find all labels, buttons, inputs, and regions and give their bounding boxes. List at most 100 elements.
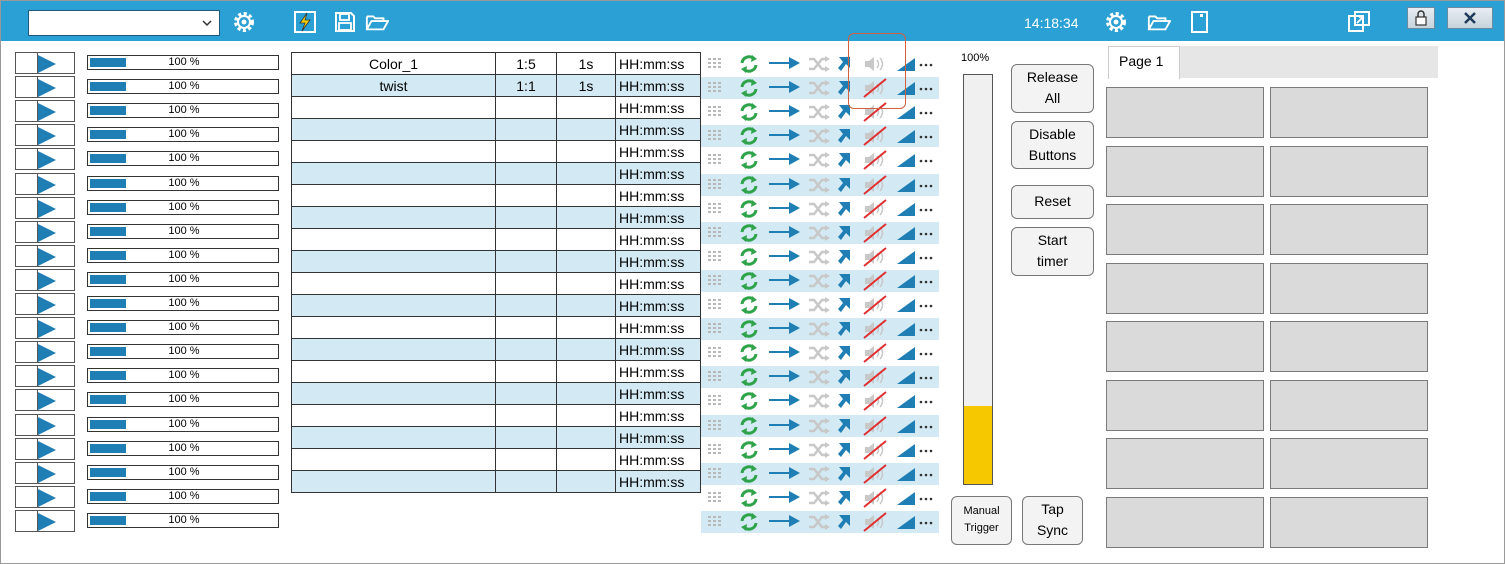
more-icon[interactable]: [918, 270, 934, 292]
grid-icon[interactable]: [704, 270, 726, 292]
play-button[interactable]: [15, 389, 75, 411]
cuelist-fade-cell[interactable]: [556, 404, 616, 427]
page-button[interactable]: [1106, 497, 1264, 548]
cuelist-time-cell[interactable]: HH:mm:ss: [615, 272, 701, 295]
fade-ramp-icon[interactable]: [895, 511, 917, 533]
cuelist-fade-cell[interactable]: [556, 426, 616, 449]
loop-icon[interactable]: [737, 101, 761, 123]
loop-icon[interactable]: [737, 390, 761, 412]
cuelist-ratio-cell[interactable]: [495, 470, 557, 493]
forward-arrow-icon[interactable]: [767, 342, 803, 364]
cuelist-time-cell[interactable]: HH:mm:ss: [615, 140, 701, 163]
loop-icon[interactable]: [737, 246, 761, 268]
play-button[interactable]: [15, 173, 75, 195]
cuelist-time-cell[interactable]: HH:mm:ss: [615, 228, 701, 251]
jump-up-arrow-icon[interactable]: [835, 511, 855, 533]
more-icon[interactable]: [918, 222, 934, 244]
sound-muted-icon[interactable]: [861, 415, 889, 437]
loop-icon[interactable]: [737, 174, 761, 196]
cuelist-level-bar[interactable]: 100 %: [87, 55, 279, 70]
more-icon[interactable]: [918, 415, 934, 437]
cuelist-ratio-cell[interactable]: [495, 382, 557, 405]
cuelist-level-bar[interactable]: 100 %: [87, 368, 279, 383]
cuelist-level-bar[interactable]: 100 %: [87, 103, 279, 118]
more-icon[interactable]: [918, 342, 934, 364]
more-icon[interactable]: [918, 463, 934, 485]
sound-muted-icon[interactable]: [861, 125, 889, 147]
loop-icon[interactable]: [737, 222, 761, 244]
sound-muted-icon[interactable]: [861, 439, 889, 461]
jump-up-arrow-icon[interactable]: [835, 294, 855, 316]
shuffle-icon[interactable]: [807, 198, 831, 220]
shuffle-icon[interactable]: [807, 511, 831, 533]
cuelist-selector-dropdown[interactable]: [28, 10, 220, 36]
cuelist-name-cell[interactable]: [291, 470, 496, 493]
table-row[interactable]: twist 1:1 1s HH:mm:ss: [291, 74, 701, 97]
shuffle-icon[interactable]: [807, 174, 831, 196]
new-document-icon[interactable]: [1187, 10, 1211, 34]
shuffle-icon[interactable]: [807, 246, 831, 268]
page-button[interactable]: [1106, 321, 1264, 372]
cuelist-name-cell[interactable]: twist: [291, 74, 496, 97]
cuelist-level-bar[interactable]: 100 %: [87, 248, 279, 263]
cuelist-name-cell[interactable]: [291, 426, 496, 449]
grid-icon[interactable]: [704, 390, 726, 412]
cuelist-fade-cell[interactable]: [556, 96, 616, 119]
cuelist-time-cell[interactable]: HH:mm:ss: [615, 162, 701, 185]
play-button[interactable]: [15, 438, 75, 460]
fade-ramp-icon[interactable]: [895, 439, 917, 461]
sound-muted-icon[interactable]: [861, 366, 889, 388]
loop-icon[interactable]: [737, 487, 761, 509]
cuelist-level-bar[interactable]: 100 %: [87, 224, 279, 239]
play-button[interactable]: [15, 124, 75, 146]
more-icon[interactable]: [918, 53, 934, 75]
shuffle-icon[interactable]: [807, 318, 831, 340]
sound-muted-icon[interactable]: [861, 511, 889, 533]
sound-muted-icon[interactable]: [861, 318, 889, 340]
cuelist-name-cell[interactable]: [291, 404, 496, 427]
grid-icon[interactable]: [704, 366, 726, 388]
cuelist-fade-cell[interactable]: [556, 316, 616, 339]
shuffle-icon[interactable]: [807, 53, 831, 75]
close-button[interactable]: [1447, 7, 1493, 29]
fade-ramp-icon[interactable]: [895, 318, 917, 340]
shuffle-icon[interactable]: [807, 294, 831, 316]
sound-muted-icon[interactable]: [861, 149, 889, 171]
cuelist-ratio-cell[interactable]: [495, 118, 557, 141]
cuelist-time-cell[interactable]: HH:mm:ss: [615, 184, 701, 207]
fade-ramp-icon[interactable]: [895, 294, 917, 316]
more-icon[interactable]: [918, 390, 934, 412]
more-icon[interactable]: [918, 439, 934, 461]
play-button[interactable]: [15, 269, 75, 291]
table-row[interactable]: HH:mm:ss: [291, 316, 701, 339]
play-button[interactable]: [15, 486, 75, 508]
cuelist-name-cell[interactable]: [291, 206, 496, 229]
cuelist-fade-cell[interactable]: [556, 140, 616, 163]
table-row[interactable]: HH:mm:ss: [291, 250, 701, 273]
page-button[interactable]: [1106, 204, 1264, 255]
play-button[interactable]: [15, 100, 75, 122]
cuelist-ratio-cell[interactable]: [495, 140, 557, 163]
forward-arrow-icon[interactable]: [767, 439, 803, 461]
cuelist-ratio-cell[interactable]: [495, 162, 557, 185]
cuelist-ratio-cell[interactable]: [495, 228, 557, 251]
jump-up-arrow-icon[interactable]: [835, 366, 855, 388]
forward-arrow-icon[interactable]: [767, 463, 803, 485]
start-timer-button[interactable]: Start timer: [1011, 227, 1094, 276]
shuffle-icon[interactable]: [807, 439, 831, 461]
table-row[interactable]: HH:mm:ss: [291, 272, 701, 295]
cuelist-name-cell[interactable]: [291, 162, 496, 185]
page-button[interactable]: [1106, 146, 1264, 197]
release-all-button[interactable]: Release All: [1011, 64, 1094, 113]
sound-muted-icon[interactable]: [861, 222, 889, 244]
forward-arrow-icon[interactable]: [767, 53, 803, 75]
grid-icon[interactable]: [704, 77, 726, 99]
forward-arrow-icon[interactable]: [767, 415, 803, 437]
loop-icon[interactable]: [737, 511, 761, 533]
cuelist-ratio-cell[interactable]: [495, 360, 557, 383]
cuelist-level-bar[interactable]: 100 %: [87, 320, 279, 335]
more-icon[interactable]: [918, 77, 934, 99]
cuelist-time-cell[interactable]: HH:mm:ss: [615, 294, 701, 317]
grid-icon[interactable]: [704, 439, 726, 461]
cuelist-level-bar[interactable]: 100 %: [87, 344, 279, 359]
